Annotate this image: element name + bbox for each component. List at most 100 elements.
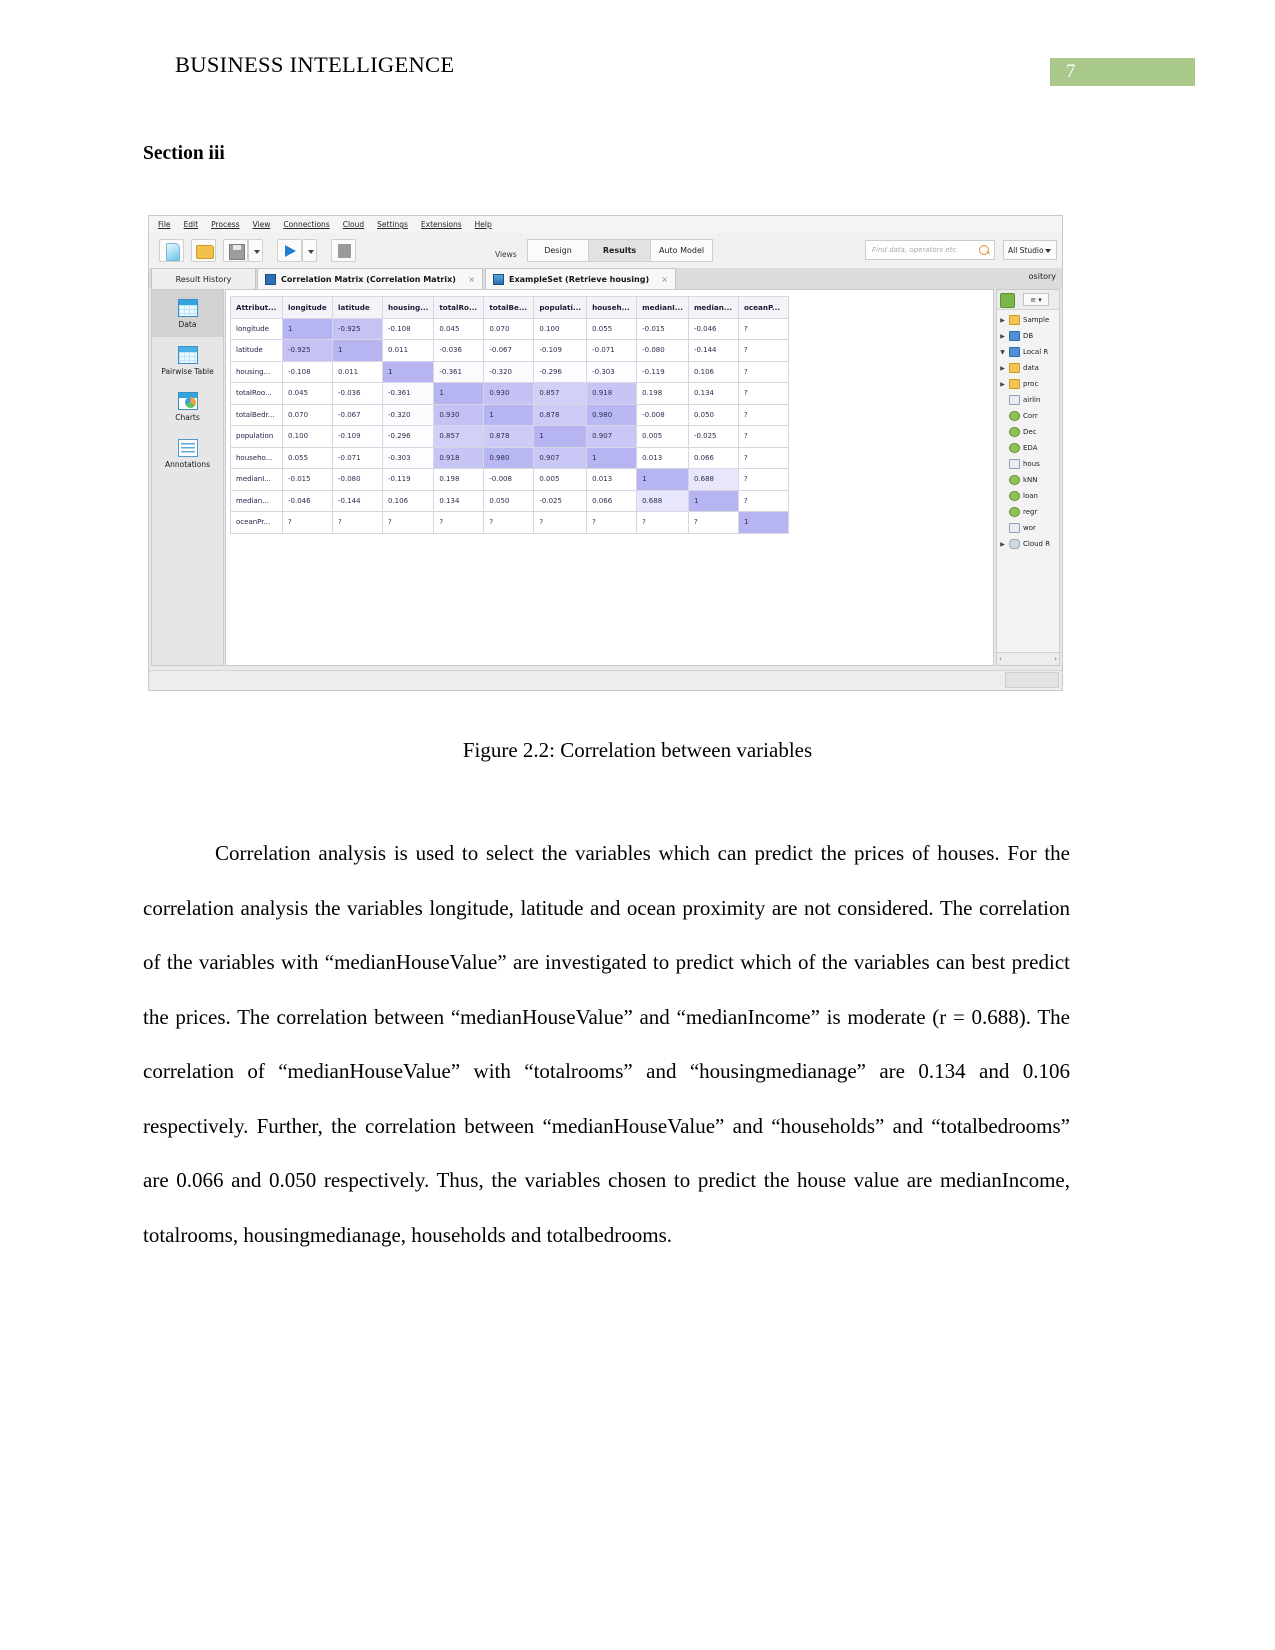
repository-tree-item[interactable]: ▶ Sample bbox=[997, 312, 1059, 328]
tab-results[interactable]: Results bbox=[589, 239, 651, 262]
chevron-down-icon bbox=[1045, 249, 1051, 253]
row-header: oceanPr... bbox=[230, 511, 283, 534]
search-icon[interactable] bbox=[979, 245, 989, 255]
run-process-button[interactable] bbox=[277, 239, 302, 262]
twisty-icon[interactable]: ▼ bbox=[999, 349, 1006, 356]
run-dropdown-button[interactable] bbox=[302, 239, 317, 262]
search-placeholder: Find data, operators etc. bbox=[872, 246, 959, 254]
column-header[interactable]: latitude bbox=[332, 296, 383, 319]
repository-tree-item[interactable]: ▼ Local R bbox=[997, 344, 1059, 360]
rail-item-pairwise-table[interactable]: Pairwise Table bbox=[152, 337, 223, 384]
matrix-cell: 0.055 bbox=[282, 446, 333, 469]
repository-item-label: airlin bbox=[1023, 396, 1041, 404]
column-header[interactable]: totalBe... bbox=[483, 296, 535, 319]
menu-settings[interactable]: Settings bbox=[377, 220, 408, 229]
tab-exampleset[interactable]: ExampleSet (Retrieve housing) × bbox=[485, 268, 676, 289]
column-header[interactable]: medianI... bbox=[636, 296, 689, 319]
menu-view[interactable]: View bbox=[253, 220, 271, 229]
rail-item-annotations[interactable]: Annotations bbox=[152, 430, 223, 477]
repository-tree-item[interactable]: loan bbox=[997, 488, 1059, 504]
app-menubar[interactable]: File Edit Process View Connections Cloud… bbox=[149, 216, 1062, 233]
new-process-button[interactable] bbox=[159, 239, 184, 262]
repository-tree-item[interactable]: kNN bbox=[997, 472, 1059, 488]
column-header[interactable]: Attribut... bbox=[230, 296, 283, 319]
repository-hscrollbar[interactable]: ‹ › bbox=[997, 652, 1059, 665]
save-process-button[interactable] bbox=[223, 239, 248, 262]
tab-label: ExampleSet (Retrieve housing) bbox=[509, 274, 650, 284]
table-row[interactable]: population 0.100 -0.109 -0.296 0.857 0.878 1 0.… bbox=[230, 425, 789, 448]
column-header[interactable]: totalRo... bbox=[433, 296, 485, 319]
close-icon[interactable]: × bbox=[661, 275, 668, 284]
menu-file[interactable]: File bbox=[158, 220, 171, 229]
table-row[interactable]: medianI... -0.015 -0.080 -0.119 0.198 -0.008 0… bbox=[230, 468, 789, 491]
matrix-cell: -0.361 bbox=[433, 360, 485, 383]
open-process-button[interactable] bbox=[191, 239, 216, 262]
repository-tree[interactable]: ▶ Sample ▶ DB ▼ Local R ▶ data ▶ proc airlin Corr De… bbox=[997, 309, 1059, 651]
column-header[interactable]: longitude bbox=[282, 296, 333, 319]
stop-process-button[interactable] bbox=[331, 239, 356, 262]
table-row[interactable]: oceanPr...????????? 1 bbox=[230, 511, 789, 534]
save-dropdown-button[interactable] bbox=[248, 239, 263, 262]
matrix-cell: -0.109 bbox=[533, 339, 588, 362]
menu-connections[interactable]: Connections bbox=[283, 220, 329, 229]
chevron-down-icon bbox=[254, 250, 260, 254]
repository-tree-item[interactable]: wor bbox=[997, 520, 1059, 536]
twisty-icon[interactable]: ▶ bbox=[999, 365, 1006, 372]
menu-help[interactable]: Help bbox=[475, 220, 492, 229]
repository-tree-item[interactable]: ▶ Cloud R bbox=[997, 536, 1059, 552]
studio-selector-dropdown[interactable]: All Studio bbox=[1003, 240, 1057, 260]
matrix-cell: ? bbox=[737, 489, 789, 512]
column-header[interactable]: househ... bbox=[586, 296, 638, 319]
tab-auto-model[interactable]: Auto Model bbox=[651, 239, 714, 262]
rail-item-data[interactable]: Data bbox=[152, 290, 223, 337]
table-row[interactable]: median... -0.046 -0.144 0.106 0.134 0.050 -0.0… bbox=[230, 489, 789, 512]
close-icon[interactable]: × bbox=[468, 275, 475, 284]
repository-tree-item[interactable]: ▶ data bbox=[997, 360, 1059, 376]
twisty-icon[interactable]: ▶ bbox=[999, 541, 1006, 548]
column-header[interactable]: populati... bbox=[533, 296, 588, 319]
table-row[interactable]: housing... -0.108 0.011 1 -0.361 -0.320 -0.296… bbox=[230, 360, 789, 383]
view-tab-group[interactable]: Design Results Auto Model bbox=[527, 239, 714, 262]
column-header[interactable]: oceanP... bbox=[737, 296, 789, 319]
add-repository-icon[interactable] bbox=[1000, 293, 1015, 308]
repository-tree-item[interactable]: EDA bbox=[997, 440, 1059, 456]
repository-tree-item[interactable]: ▶ proc bbox=[997, 376, 1059, 392]
table-row[interactable]: totalBedr... 0.070 -0.067 -0.320 0.930 1 0.878… bbox=[230, 403, 789, 426]
matrix-cell: 1 bbox=[332, 339, 383, 362]
repository-item-label: regr bbox=[1023, 508, 1038, 516]
folder-icon bbox=[196, 245, 214, 259]
tab-design[interactable]: Design bbox=[527, 239, 589, 262]
repository-tree-item[interactable]: Corr bbox=[997, 408, 1059, 424]
menu-process[interactable]: Process bbox=[211, 220, 239, 229]
menu-extensions[interactable]: Extensions bbox=[421, 220, 462, 229]
repository-tree-item[interactable]: airlin bbox=[997, 392, 1059, 408]
table-row[interactable]: totalRoo... 0.045 -0.036 -0.361 1 0.930 0.857 0… bbox=[230, 382, 789, 405]
scroll-left-icon[interactable]: ‹ bbox=[999, 655, 1002, 663]
repository-tree-item[interactable]: regr bbox=[997, 504, 1059, 520]
rail-item-charts[interactable]: Charts bbox=[152, 383, 223, 430]
result-history-tab[interactable]: Result History bbox=[151, 268, 256, 289]
twisty-icon[interactable]: ▶ bbox=[999, 381, 1006, 388]
table-row[interactable]: latitude -0.925 1 0.011 -0.036 -0.067 -0.109 -0… bbox=[230, 339, 789, 362]
column-header[interactable]: housing... bbox=[381, 296, 435, 319]
repository-tree-item[interactable]: Dec bbox=[997, 424, 1059, 440]
menu-edit[interactable]: Edit bbox=[184, 220, 199, 229]
document-header-title: BUSINESS INTELLIGENCE bbox=[175, 52, 455, 77]
search-input[interactable]: Find data, operators etc. bbox=[865, 240, 995, 260]
menu-cloud[interactable]: Cloud bbox=[343, 220, 364, 229]
table-row[interactable]: longitude 1 -0.925 -0.108 0.045 0.070 0.100 0.0… bbox=[230, 317, 789, 340]
repository-tree-item[interactable]: hous bbox=[997, 456, 1059, 472]
tab-correlation-matrix[interactable]: Correlation Matrix (Correlation Matrix) … bbox=[257, 268, 483, 289]
column-header[interactable]: median... bbox=[687, 296, 739, 319]
repository-menu-button[interactable]: ≡ ▾ bbox=[1023, 293, 1049, 306]
resize-grip[interactable] bbox=[1005, 672, 1059, 688]
table-row[interactable]: househo... 0.055 -0.071 -0.303 0.918 0.980 0.9… bbox=[230, 446, 789, 469]
twisty-icon[interactable]: ▶ bbox=[999, 317, 1006, 324]
matrix-cell: -0.015 bbox=[636, 317, 689, 340]
section-heading: Section iii bbox=[143, 143, 225, 164]
twisty-icon[interactable]: ▶ bbox=[999, 333, 1006, 340]
repository-toolbar: ≡ ▾ bbox=[997, 290, 1059, 310]
repository-tree-item[interactable]: ▶ DB bbox=[997, 328, 1059, 344]
scroll-right-icon[interactable]: › bbox=[1054, 655, 1057, 663]
row-header: longitude bbox=[230, 317, 283, 340]
